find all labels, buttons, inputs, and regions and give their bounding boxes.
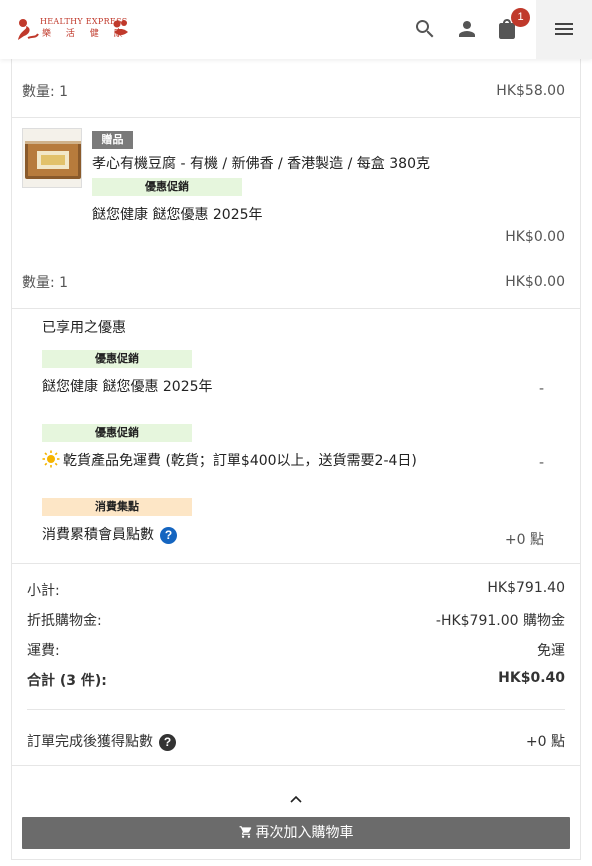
chevron-up-icon[interactable] xyxy=(288,794,304,806)
total-value: HK$0.40 xyxy=(498,670,565,686)
divider xyxy=(11,117,581,118)
promo-tag: 優惠促銷 xyxy=(42,424,192,442)
line-price: HK$58.00 xyxy=(496,83,565,99)
promo-value: - xyxy=(538,455,544,471)
product-thumbnail[interactable] xyxy=(22,128,82,188)
promo-text: 消費累積會員點數 xyxy=(42,527,154,543)
divider xyxy=(27,709,565,710)
quantity-label: 數量: 1 xyxy=(22,84,69,100)
points-value: +0 點 xyxy=(504,532,544,548)
cart-count-badge: 1 xyxy=(511,8,530,27)
tofu-box-image xyxy=(23,129,81,187)
promo-text-row: 乾貨產品免運費 (乾貨；訂單$400以上，送貨需要2-4日) xyxy=(42,450,417,470)
item-quantity-row: 數量: 1 HK$0.00 xyxy=(11,263,581,301)
subtotal-value: HK$791.40 xyxy=(487,580,565,596)
earned-points-row: 訂單完成後獲得點數? xyxy=(27,731,176,751)
menu-button[interactable] xyxy=(536,0,592,59)
promo-tag: 優惠促銷 xyxy=(42,350,192,368)
cart-icon xyxy=(239,826,251,838)
sun-icon xyxy=(42,450,60,468)
shipping-value: 免運 xyxy=(537,643,565,659)
subtotal-label: 小計: xyxy=(27,583,60,599)
total-label: 合計 (3 件): xyxy=(27,673,107,689)
earned-points-value: +0 點 xyxy=(525,734,565,750)
reorder-label: 再次加入購物車 xyxy=(255,825,354,841)
credit-value: -HK$791.00 購物金 xyxy=(435,613,565,629)
help-icon[interactable]: ? xyxy=(159,734,176,751)
promo-tag: 優惠促銷 xyxy=(92,178,242,196)
promo-value: - xyxy=(538,381,544,397)
points-text-row: 消費累積會員點數? xyxy=(42,524,177,544)
promo-name: 餸您健康 餸您優惠 2025年 xyxy=(92,207,263,223)
gift-tag: 贈品 xyxy=(92,131,133,149)
credit-label: 折扺購物金: xyxy=(27,613,102,629)
logo-seal-icon xyxy=(113,20,128,35)
shipping-label: 運費: xyxy=(27,643,60,659)
account-icon[interactable] xyxy=(455,17,479,41)
quantity-label: 數量: 1 xyxy=(22,275,69,291)
search-icon[interactable] xyxy=(413,17,437,41)
applied-promotions-title: 已享用之優惠 xyxy=(42,320,126,336)
divider xyxy=(11,765,581,766)
reorder-button[interactable]: 再次加入購物車 xyxy=(22,817,570,849)
earned-points-label: 訂單完成後獲得點數 xyxy=(27,734,153,750)
top-header: HEALTHY EXPRESS 樂 活 健 康 1 xyxy=(0,0,592,59)
brand-logo[interactable]: HEALTHY EXPRESS 樂 活 健 康 xyxy=(14,16,130,42)
line-price: HK$0.00 xyxy=(505,274,565,290)
item-price: HK$0.00 xyxy=(505,229,565,245)
item-quantity-row: 數量: 1 HK$58.00 xyxy=(11,72,581,110)
product-name[interactable]: 孝心有機豆腐 - 有機 / 新佛香 / 香港製造 / 每盒 380克 xyxy=(92,153,430,173)
menu-icon xyxy=(555,23,573,35)
promo-text: 餸您健康 餸您優惠 2025年 xyxy=(42,379,213,395)
points-tag: 消費集點 xyxy=(42,498,192,516)
promo-text: 乾貨產品免運費 (乾貨；訂單$400以上，送貨需要2-4日) xyxy=(63,453,417,469)
help-icon[interactable]: ? xyxy=(160,527,177,544)
logo-figure-icon xyxy=(18,19,39,40)
